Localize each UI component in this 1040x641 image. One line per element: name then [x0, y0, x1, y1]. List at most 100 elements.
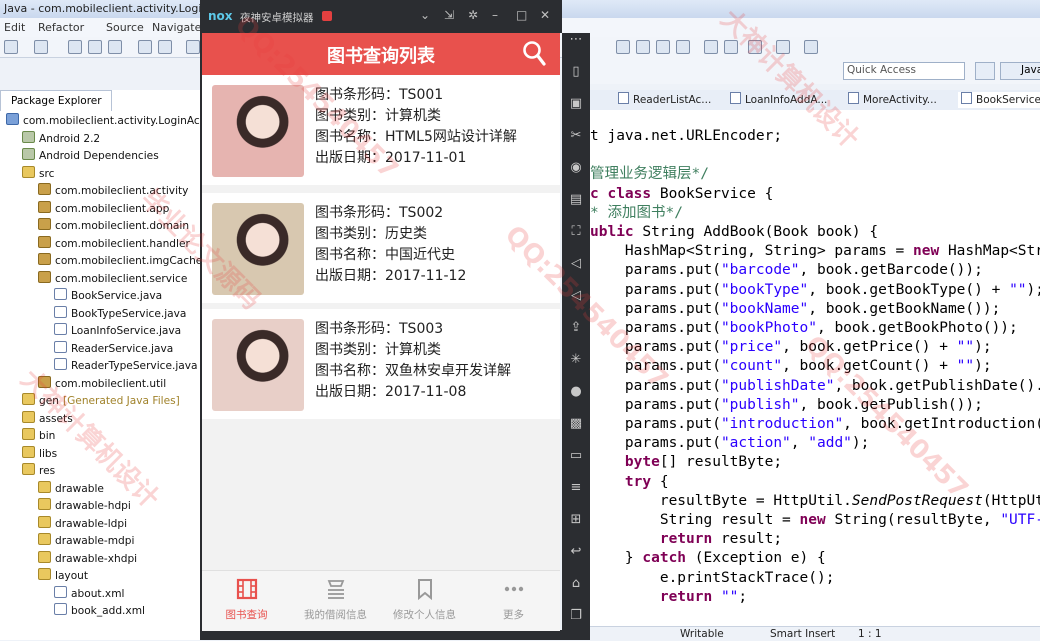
nox-settings-icon[interactable]: ✲	[468, 8, 478, 22]
menu-source[interactable]: Source	[106, 21, 144, 34]
toolbar-check-icon[interactable]	[186, 40, 200, 54]
tree-item[interactable]: BookTypeService.java	[54, 305, 186, 323]
nox-pin-icon[interactable]: ⇲	[444, 8, 454, 22]
toolbar-highlight-icon[interactable]	[616, 40, 630, 54]
toolbar-history-icon[interactable]	[804, 40, 818, 54]
nav-my-loans[interactable]: 我的借阅信息	[291, 571, 380, 631]
tree-item[interactable]: LoanInfoService.java	[54, 323, 181, 340]
tree-item[interactable]: com.mobileclient.handler	[38, 235, 190, 253]
tree-item[interactable]: ReaderService.java	[54, 340, 173, 358]
nox-add-icon[interactable]: ⊞	[568, 513, 584, 527]
nox-keyboard-icon[interactable]: ▤	[568, 193, 584, 207]
toolbar-new-icon[interactable]	[4, 40, 18, 54]
nox-volume-down-icon[interactable]: ◁	[568, 289, 584, 303]
nox-minimize-icon[interactable]: –	[492, 8, 498, 22]
tree-item[interactable]: BookService.java	[54, 288, 162, 305]
secondary-toolbar	[590, 37, 1040, 84]
nox-menu-lines-icon[interactable]: ≡	[568, 481, 584, 495]
nav-edit-profile[interactable]: 修改个人信息	[380, 571, 469, 631]
nox-multi-icon[interactable]: ▭	[568, 449, 584, 463]
editor-tab-bookservice[interactable]: BookService....	[958, 92, 1040, 108]
book-card[interactable]: 图书条形码：TS001 图书类别：计算机类 图书名称：HTML5网站设计详解 出…	[202, 75, 560, 185]
nox-location-icon[interactable]: ◉	[568, 161, 584, 175]
tree-item[interactable]: gen [Generated Java Files]	[22, 393, 180, 410]
nox-screenshot-icon[interactable]: ▩	[568, 417, 584, 431]
open-perspective-button[interactable]	[975, 62, 995, 80]
editor-tab-loaninfoadd[interactable]: LoanInfoAddA...	[730, 92, 827, 108]
tree-item[interactable]: drawable-mdpi	[38, 533, 134, 550]
tree-item[interactable]: com.mobileclient.service	[38, 270, 187, 288]
nox-close-icon[interactable]: ✕	[540, 8, 550, 22]
toolbar-forward-icon[interactable]	[776, 40, 790, 54]
tree-item[interactable]: drawable-xhdpi	[38, 550, 137, 568]
toolbar-copy-icon[interactable]	[108, 40, 122, 54]
nav-more[interactable]: 更多	[469, 571, 558, 631]
toolbar-open-icon[interactable]	[34, 40, 48, 54]
tree-item[interactable]: res	[22, 463, 55, 480]
code-token: new	[913, 243, 948, 260]
tree-item[interactable]: assets	[22, 410, 73, 428]
quick-access-input[interactable]: Quick Access	[843, 62, 965, 80]
tree-item[interactable]: bin	[22, 428, 55, 445]
tree-item[interactable]: com.mobileclient.activity.LoginAct	[6, 113, 200, 130]
nox-shake-icon[interactable]: ✳	[568, 353, 584, 367]
tree-item[interactable]: drawable	[38, 480, 104, 498]
code-editor[interactable]: t java.net.URLEncoder; 管理业务逻辑层*/ c class B…	[590, 110, 1040, 626]
nox-menu-icon[interactable]: ⌄	[420, 8, 430, 22]
toolbar-debug-icon[interactable]	[138, 40, 152, 54]
nox-maximize-icon[interactable]: □	[516, 8, 527, 22]
tree-item[interactable]: about.xml	[54, 585, 124, 603]
editor-tab-readerlist[interactable]: ReaderListAc...	[618, 92, 711, 108]
nox-home-icon[interactable]: ⌂	[568, 577, 584, 591]
menu-edit[interactable]: Edit	[4, 21, 25, 34]
toolbar-save-icon[interactable]	[68, 40, 82, 54]
tree-item[interactable]: Android 2.2	[22, 130, 100, 148]
menu-refactor[interactable]: Refactor	[38, 21, 84, 34]
alert-badge-icon[interactable]	[322, 11, 332, 21]
toolbar-next-annotation-icon[interactable]	[724, 40, 738, 54]
toolbar-para-icon[interactable]	[676, 40, 690, 54]
tree-item[interactable]: libs	[22, 445, 57, 463]
tree-item[interactable]: com.mobileclient.activity	[38, 183, 188, 200]
package-explorer-tab[interactable]: Package Explorer	[0, 90, 112, 111]
java-perspective-button[interactable]: Java	[1000, 62, 1040, 80]
code-token: "introduction"	[720, 416, 844, 432]
nox-recent-icon[interactable]: ❐	[568, 609, 584, 623]
nox-clear-icon[interactable]: ▯	[568, 65, 584, 79]
toolbar-back-icon[interactable]	[748, 40, 762, 54]
tree-item[interactable]: src	[22, 165, 54, 183]
nav-book-query[interactable]: 图书查询	[202, 571, 291, 631]
tree-item[interactable]: Android Dependencies	[22, 148, 159, 165]
tree-item[interactable]: ReaderTypeService.java	[54, 358, 198, 375]
toolbar-run-icon[interactable]	[158, 40, 172, 54]
editor-tab-moreactivity[interactable]: MoreActivity...	[848, 92, 937, 108]
nav-label: 修改个人信息	[393, 609, 456, 621]
tree-item[interactable]: com.mobileclient.app	[38, 200, 169, 218]
toolbar-print-icon[interactable]	[88, 40, 102, 54]
book-card[interactable]: 图书条形码：TS003 图书类别：计算机类 图书名称：双鱼林安卓开发详解 出版日…	[202, 309, 560, 419]
code-token: c	[590, 185, 608, 202]
nox-more-icon[interactable]: ⋯	[568, 33, 584, 47]
book-type: 图书类别：历史类	[315, 226, 427, 242]
tree-item[interactable]: drawable-hdpi	[38, 498, 131, 515]
toolbar-mark-icon[interactable]	[636, 40, 650, 54]
toolbar-block-icon[interactable]	[656, 40, 670, 54]
nox-scissors-icon[interactable]: ✂	[568, 129, 584, 143]
nox-install-icon[interactable]: ⇪	[568, 321, 584, 335]
book-list: 图书条形码：TS001 图书类别：计算机类 图书名称：HTML5网站设计详解 出…	[202, 75, 560, 570]
menu-navigate[interactable]: Navigate	[152, 21, 201, 34]
book-card[interactable]: 图书条形码：TS002 图书类别：历史类 图书名称：中国近代史 出版日期：201…	[202, 193, 560, 303]
nox-robot-icon[interactable]: ▣	[568, 97, 584, 111]
tree-item[interactable]: com.mobileclient.domain	[38, 218, 189, 235]
nox-back-icon[interactable]: ↩	[568, 545, 584, 559]
toolbar-annotation-icon[interactable]	[704, 40, 718, 54]
tree-item[interactable]: drawable-ldpi	[38, 515, 127, 533]
tree-item[interactable]: com.mobileclient.util	[38, 375, 166, 393]
tree-item[interactable]: book_add.xml	[54, 603, 145, 620]
tree-item[interactable]: com.mobileclient.imgCache	[38, 253, 200, 270]
nox-fullscreen-icon[interactable]: ⛶	[568, 225, 584, 239]
tree-item[interactable]: layout	[38, 568, 88, 585]
nox-volume-up-icon[interactable]: ◁	[568, 257, 584, 271]
nox-record-icon[interactable]: ●	[568, 385, 584, 399]
search-icon[interactable]	[522, 40, 546, 68]
